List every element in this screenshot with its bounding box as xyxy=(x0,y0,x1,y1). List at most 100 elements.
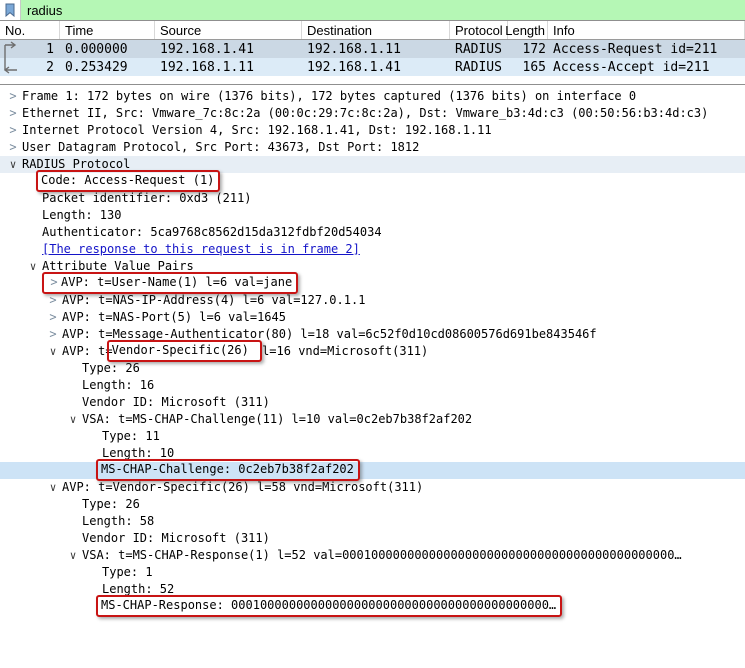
expanded-arrow-icon[interactable]: ∨ xyxy=(66,547,80,564)
detail-line[interactable]: >User Datagram Protocol, Src Port: 43673… xyxy=(0,139,745,156)
column-header-time[interactable]: Time xyxy=(60,21,155,39)
annotation-box: Code: Access-Request (1) xyxy=(36,170,220,192)
detail-text: AVP: t=NAS-IP-Address(4) l=6 val=127.0.1… xyxy=(62,293,365,307)
detail-text: MS-CHAP-Challenge: 0c2eb7b38f2af202 xyxy=(101,462,354,476)
detail-text: Internet Protocol Version 4, Src: 192.16… xyxy=(22,123,492,137)
detail-line[interactable]: >Frame 1: 172 bytes on wire (1376 bits),… xyxy=(0,88,745,105)
column-header-info[interactable]: Info xyxy=(548,21,745,39)
annotation-box: >AVP: t=User-Name(1) l=6 val=jane xyxy=(42,272,298,294)
column-header-protocol[interactable]: Protocol xyxy=(450,21,508,39)
detail-text: Length: 10 xyxy=(102,446,174,460)
collapsed-arrow-icon[interactable]: > xyxy=(47,274,61,291)
detail-text: AVP: t=User-Name(1) l=6 val=jane xyxy=(61,275,292,289)
expanded-arrow-icon[interactable]: ∨ xyxy=(26,258,40,275)
detail-text: Attribute Value Pairs xyxy=(42,259,194,273)
detail-line[interactable]: Length: 16 xyxy=(0,377,745,394)
detail-text: VSA: t=MS-CHAP-Response(1) l=52 val=0001… xyxy=(82,548,682,562)
expanded-arrow-icon[interactable]: ∨ xyxy=(66,411,80,428)
detail-text: AVP: t= xyxy=(62,344,113,358)
annotation-box: Vendor-Specific(26) xyxy=(107,340,263,362)
detail-line[interactable]: Type: 26 xyxy=(0,360,745,377)
detail-text: MS-CHAP-Response: 0001000000000000000000… xyxy=(101,598,556,612)
display-filter-input[interactable]: radius xyxy=(21,0,745,20)
filter-bookmark-button[interactable] xyxy=(0,0,21,20)
detail-text: Ethernet II, Src: Vmware_7c:8c:2a (00:0c… xyxy=(22,106,708,120)
packet-info: Access-Request id=211 xyxy=(548,40,745,58)
detail-text: Code: Access-Request (1) xyxy=(41,173,214,187)
column-header-source[interactable]: Source xyxy=(155,21,302,39)
column-header-no[interactable]: No. xyxy=(0,21,60,39)
collapsed-arrow-icon[interactable]: > xyxy=(6,88,20,105)
detail-text: AVP: t=Message-Authenticator(80) l=18 va… xyxy=(62,327,597,341)
annotation-box: MS-CHAP-Response: 0001000000000000000000… xyxy=(96,595,562,617)
detail-line[interactable]: >Ethernet II, Src: Vmware_7c:8c:2a (00:0… xyxy=(0,105,745,122)
detail-line[interactable]: Vendor ID: Microsoft (311) xyxy=(0,394,745,411)
packet-protocol: RADIUS xyxy=(450,40,508,58)
expanded-arrow-icon[interactable]: ∨ xyxy=(6,156,20,173)
detail-text: Frame 1: 172 bytes on wire (1376 bits), … xyxy=(22,89,636,103)
detail-line[interactable]: Authenticator: 5ca9768c8562d15da312fdbf2… xyxy=(0,224,745,241)
packet-list-rows: 10.000000192.168.1.41192.168.1.11RADIUS1… xyxy=(0,40,745,76)
packet-protocol: RADIUS xyxy=(450,58,508,76)
detail-line[interactable]: Length: 58 xyxy=(0,513,745,530)
response-arrow-icon xyxy=(2,58,20,76)
detail-line[interactable]: >Internet Protocol Version 4, Src: 192.1… xyxy=(0,122,745,139)
detail-text: Length: 16 xyxy=(82,378,154,392)
collapsed-arrow-icon[interactable]: > xyxy=(6,139,20,156)
packet-list-header: No.TimeSourceDestinationProtocolLengthIn… xyxy=(0,21,745,40)
detail-text: l=16 vnd=Microsoft(311) xyxy=(262,344,428,358)
display-filter-value: radius xyxy=(27,3,62,18)
packet-time: 0.253429 xyxy=(60,58,155,76)
detail-text: Length: 130 xyxy=(42,208,121,222)
packet-no: 2 xyxy=(0,58,60,76)
detail-line[interactable]: Vendor ID: Microsoft (311) xyxy=(0,530,745,547)
detail-text: Type: 11 xyxy=(102,429,160,443)
request-arrow-icon xyxy=(2,40,20,58)
detail-text: Type: 26 xyxy=(82,497,140,511)
expanded-arrow-icon[interactable]: ∨ xyxy=(46,479,60,496)
detail-line[interactable]: Type: 26 xyxy=(0,496,745,513)
detail-line[interactable]: Type: 1 xyxy=(0,564,745,581)
detail-text: Vendor-Specific(26) xyxy=(112,343,257,357)
detail-text: Type: 1 xyxy=(102,565,153,579)
detail-line[interactable]: Packet identifier: 0xd3 (211) xyxy=(0,190,745,207)
annotation-box: MS-CHAP-Challenge: 0c2eb7b38f2af202 xyxy=(96,459,360,481)
detail-line[interactable]: ∨VSA: t=MS-CHAP-Challenge(11) l=10 val=0… xyxy=(0,411,745,428)
detail-line[interactable]: ∨AVP: t=Vendor-Specific(26) l=58 vnd=Mic… xyxy=(0,479,745,496)
detail-line[interactable]: >AVP: t=NAS-IP-Address(4) l=6 val=127.0.… xyxy=(0,292,745,309)
expanded-arrow-icon[interactable]: ∨ xyxy=(46,343,60,360)
detail-line[interactable]: ∨VSA: t=MS-CHAP-Response(1) l=52 val=000… xyxy=(0,547,745,564)
detail-line[interactable]: ∨AVP: t=Vendor-Specific(26) l=16 vnd=Mic… xyxy=(0,343,745,360)
packet-source: 192.168.1.41 xyxy=(155,40,302,58)
detail-text: Vendor ID: Microsoft (311) xyxy=(82,395,270,409)
detail-line[interactable]: MS-CHAP-Response: 0001000000000000000000… xyxy=(0,598,745,615)
collapsed-arrow-icon[interactable]: > xyxy=(46,326,60,343)
collapsed-arrow-icon[interactable]: > xyxy=(46,292,60,309)
bookmark-icon xyxy=(4,3,16,17)
detail-text: Length: 58 xyxy=(82,514,154,528)
packet-length: 165 xyxy=(508,58,548,76)
collapsed-arrow-icon[interactable]: > xyxy=(6,105,20,122)
packet-row[interactable]: 10.000000192.168.1.41192.168.1.11RADIUS1… xyxy=(0,40,745,58)
column-header-length[interactable]: Length xyxy=(508,21,548,39)
detail-line[interactable]: [The response to this request is in fram… xyxy=(0,241,745,258)
detail-line[interactable]: Type: 11 xyxy=(0,428,745,445)
response-frame-link[interactable]: [The response to this request is in fram… xyxy=(42,242,360,256)
detail-text: Authenticator: 5ca9768c8562d15da312fdbf2… xyxy=(42,225,382,239)
detail-line[interactable]: MS-CHAP-Challenge: 0c2eb7b38f2af202 xyxy=(0,462,745,479)
column-header-destination[interactable]: Destination xyxy=(302,21,450,39)
collapsed-arrow-icon[interactable]: > xyxy=(46,309,60,326)
collapsed-arrow-icon[interactable]: > xyxy=(6,122,20,139)
detail-line[interactable]: >AVP: t=User-Name(1) l=6 val=jane xyxy=(0,275,745,292)
packet-destination: 192.168.1.11 xyxy=(302,40,450,58)
detail-line[interactable]: Length: 130 xyxy=(0,207,745,224)
detail-text: AVP: t=NAS-Port(5) l=6 val=1645 xyxy=(62,310,286,324)
packet-info: Access-Accept id=211 xyxy=(548,58,745,76)
detail-text: VSA: t=MS-CHAP-Challenge(11) l=10 val=0c… xyxy=(82,412,472,426)
detail-text: Type: 26 xyxy=(82,361,140,375)
detail-text: Length: 52 xyxy=(102,582,174,596)
pane-splitter[interactable] xyxy=(0,76,745,85)
packet-row[interactable]: 20.253429192.168.1.11192.168.1.41RADIUS1… xyxy=(0,58,745,76)
detail-line[interactable]: >AVP: t=NAS-Port(5) l=6 val=1645 xyxy=(0,309,745,326)
detail-line[interactable]: Code: Access-Request (1) xyxy=(0,173,745,190)
